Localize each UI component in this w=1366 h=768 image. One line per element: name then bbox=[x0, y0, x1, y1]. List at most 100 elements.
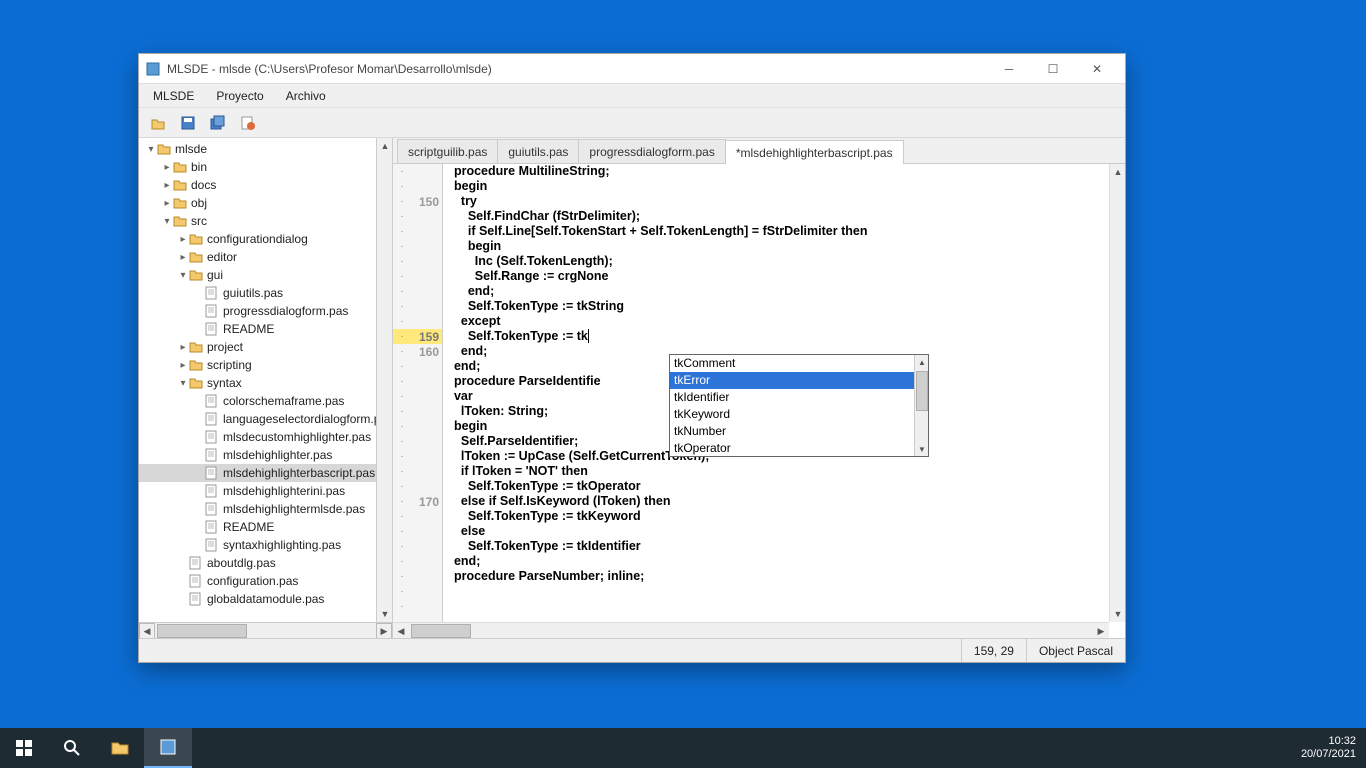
scroll-left-icon[interactable]: ◀ bbox=[393, 623, 409, 638]
tree-item[interactable]: ▸project bbox=[139, 338, 392, 356]
project-tree-panel: ▾mlsde▸bin▸docs▸obj▾src▸configurationdia… bbox=[139, 138, 393, 638]
taskbar-app-mlsde[interactable] bbox=[144, 728, 192, 768]
tree-item[interactable]: mlsdehighlightermlsde.pas bbox=[139, 500, 392, 518]
tree-item-label: globaldatamodule.pas bbox=[207, 592, 324, 606]
scrollbar-thumb[interactable] bbox=[157, 624, 247, 638]
titlebar[interactable]: MLSDE - mlsde (C:\Users\Profesor Momar\D… bbox=[139, 54, 1125, 84]
editor-vscrollbar[interactable]: ▲ ▼ bbox=[1109, 164, 1125, 622]
save-all-icon[interactable] bbox=[207, 112, 229, 134]
scrollbar-thumb[interactable] bbox=[916, 371, 928, 411]
file-explorer-icon[interactable] bbox=[96, 728, 144, 768]
tree-item-label: gui bbox=[207, 268, 223, 282]
language-mode[interactable]: Object Pascal bbox=[1026, 639, 1125, 662]
tree-item-label: colorschemaframe.pas bbox=[223, 394, 344, 408]
tree-item-label: languageselectordialogform.p bbox=[223, 412, 380, 426]
scrollbar-thumb[interactable] bbox=[411, 624, 471, 638]
scroll-down-icon[interactable]: ▼ bbox=[1110, 606, 1125, 622]
close-doc-icon[interactable] bbox=[237, 112, 259, 134]
scroll-down-icon[interactable]: ▼ bbox=[915, 442, 929, 456]
search-icon[interactable] bbox=[48, 728, 96, 768]
tree-item[interactable]: colorschemaframe.pas bbox=[139, 392, 392, 410]
editor-gutter[interactable]: ···150·········159·160··········170·····… bbox=[393, 164, 443, 622]
editor-tab[interactable]: scriptguilib.pas bbox=[397, 139, 498, 163]
tree-item-label: aboutdlg.pas bbox=[207, 556, 276, 570]
autocomplete-popup[interactable]: tkCommenttkErrortkIdentifiertkKeywordtkN… bbox=[669, 354, 929, 457]
autocomplete-scrollbar[interactable]: ▲ ▼ bbox=[914, 355, 928, 456]
autocomplete-item[interactable]: tkNumber bbox=[670, 423, 914, 440]
scroll-right-icon[interactable]: ▶ bbox=[376, 623, 392, 638]
taskbar-clock[interactable]: 10:32 20/07/2021 bbox=[1291, 735, 1366, 761]
tree-item[interactable]: ▾gui bbox=[139, 266, 392, 284]
tree-item[interactable]: ▾mlsde bbox=[139, 140, 392, 158]
tree-item[interactable]: mlsdecustomhighlighter.pas bbox=[139, 428, 392, 446]
statusbar: 159, 29 Object Pascal bbox=[139, 638, 1125, 662]
cursor-position: 159, 29 bbox=[961, 639, 1026, 662]
editor-area: scriptguilib.pasguiutils.pasprogressdial… bbox=[393, 138, 1125, 638]
editor-tab[interactable]: progressdialogform.pas bbox=[578, 139, 725, 163]
tree-item-label: editor bbox=[207, 250, 237, 264]
tree-item[interactable]: globaldatamodule.pas bbox=[139, 590, 392, 608]
scroll-up-icon[interactable]: ▲ bbox=[377, 138, 393, 154]
tree-item[interactable]: ▸editor bbox=[139, 248, 392, 266]
tree-vscrollbar[interactable]: ▲ ▼ bbox=[376, 138, 392, 622]
menu-archivo[interactable]: Archivo bbox=[282, 87, 330, 105]
tree-item-label: configurationdialog bbox=[207, 232, 308, 246]
tree-item[interactable]: aboutdlg.pas bbox=[139, 554, 392, 572]
scroll-up-icon[interactable]: ▲ bbox=[915, 355, 929, 369]
tree-item[interactable]: ▾syntax bbox=[139, 374, 392, 392]
tree-item-label: project bbox=[207, 340, 243, 354]
scroll-up-icon[interactable]: ▲ bbox=[1110, 164, 1125, 180]
tree-item-label: mlsdehighlightermlsde.pas bbox=[223, 502, 365, 516]
start-button[interactable] bbox=[0, 728, 48, 768]
tree-item[interactable]: mlsdehighlighterini.pas bbox=[139, 482, 392, 500]
open-icon[interactable] bbox=[147, 112, 169, 134]
tree-item[interactable]: README bbox=[139, 518, 392, 536]
save-icon[interactable] bbox=[177, 112, 199, 134]
autocomplete-item[interactable]: tkKeyword bbox=[670, 406, 914, 423]
tree-item[interactable]: progressdialogform.pas bbox=[139, 302, 392, 320]
scroll-down-icon[interactable]: ▼ bbox=[377, 606, 393, 622]
clock-date: 20/07/2021 bbox=[1301, 748, 1356, 761]
autocomplete-item[interactable]: tkOperator bbox=[670, 440, 914, 456]
tree-hscrollbar[interactable]: ◀ ▶ bbox=[139, 622, 392, 638]
menu-mlsde[interactable]: MLSDE bbox=[149, 87, 198, 105]
tree-item[interactable]: ▸configurationdialog bbox=[139, 230, 392, 248]
tree-item-label: mlsde bbox=[175, 142, 207, 156]
editor-tabs: scriptguilib.pasguiutils.pasprogressdial… bbox=[393, 138, 1125, 164]
tree-item-label: mlsdehighlighterini.pas bbox=[223, 484, 345, 498]
editor[interactable]: ···150·········159·160··········170·····… bbox=[393, 164, 1125, 638]
tree-item[interactable]: ▸bin bbox=[139, 158, 392, 176]
tree-item-label: syntaxhighlighting.pas bbox=[223, 538, 341, 552]
tree-item-label: src bbox=[191, 214, 207, 228]
menu-proyecto[interactable]: Proyecto bbox=[212, 87, 267, 105]
tree-item-label: guiutils.pas bbox=[223, 286, 283, 300]
project-tree[interactable]: ▾mlsde▸bin▸docs▸obj▾src▸configurationdia… bbox=[139, 138, 392, 622]
scroll-right-icon[interactable]: ▶ bbox=[1093, 623, 1109, 638]
tree-item[interactable]: mlsdehighlighterbascript.pas bbox=[139, 464, 392, 482]
editor-tab[interactable]: guiutils.pas bbox=[497, 139, 579, 163]
tree-item[interactable]: mlsdehighlighter.pas bbox=[139, 446, 392, 464]
tree-item[interactable]: configuration.pas bbox=[139, 572, 392, 590]
autocomplete-item[interactable]: tkComment bbox=[670, 355, 914, 372]
tree-item-label: syntax bbox=[207, 376, 242, 390]
maximize-button[interactable]: ☐ bbox=[1031, 54, 1075, 84]
tree-item[interactable]: README bbox=[139, 320, 392, 338]
tree-item[interactable]: guiutils.pas bbox=[139, 284, 392, 302]
editor-hscrollbar[interactable]: ◀ ▶ bbox=[393, 622, 1109, 638]
tree-item[interactable]: ▾src bbox=[139, 212, 392, 230]
scroll-left-icon[interactable]: ◀ bbox=[139, 623, 155, 638]
tree-item-label: README bbox=[223, 520, 274, 534]
autocomplete-item[interactable]: tkIdentifier bbox=[670, 389, 914, 406]
tree-item[interactable]: ▸obj bbox=[139, 194, 392, 212]
tree-item[interactable]: syntaxhighlighting.pas bbox=[139, 536, 392, 554]
minimize-button[interactable]: ─ bbox=[987, 54, 1031, 84]
tree-item-label: bin bbox=[191, 160, 207, 174]
tree-item[interactable]: ▸scripting bbox=[139, 356, 392, 374]
tree-item[interactable]: languageselectordialogform.p bbox=[139, 410, 392, 428]
toolbar bbox=[139, 108, 1125, 138]
close-button[interactable]: ✕ bbox=[1075, 54, 1119, 84]
taskbar[interactable]: 10:32 20/07/2021 bbox=[0, 728, 1366, 768]
editor-tab[interactable]: *mlsdehighlighterbascript.pas bbox=[725, 140, 904, 164]
tree-item[interactable]: ▸docs bbox=[139, 176, 392, 194]
autocomplete-item[interactable]: tkError bbox=[670, 372, 914, 389]
